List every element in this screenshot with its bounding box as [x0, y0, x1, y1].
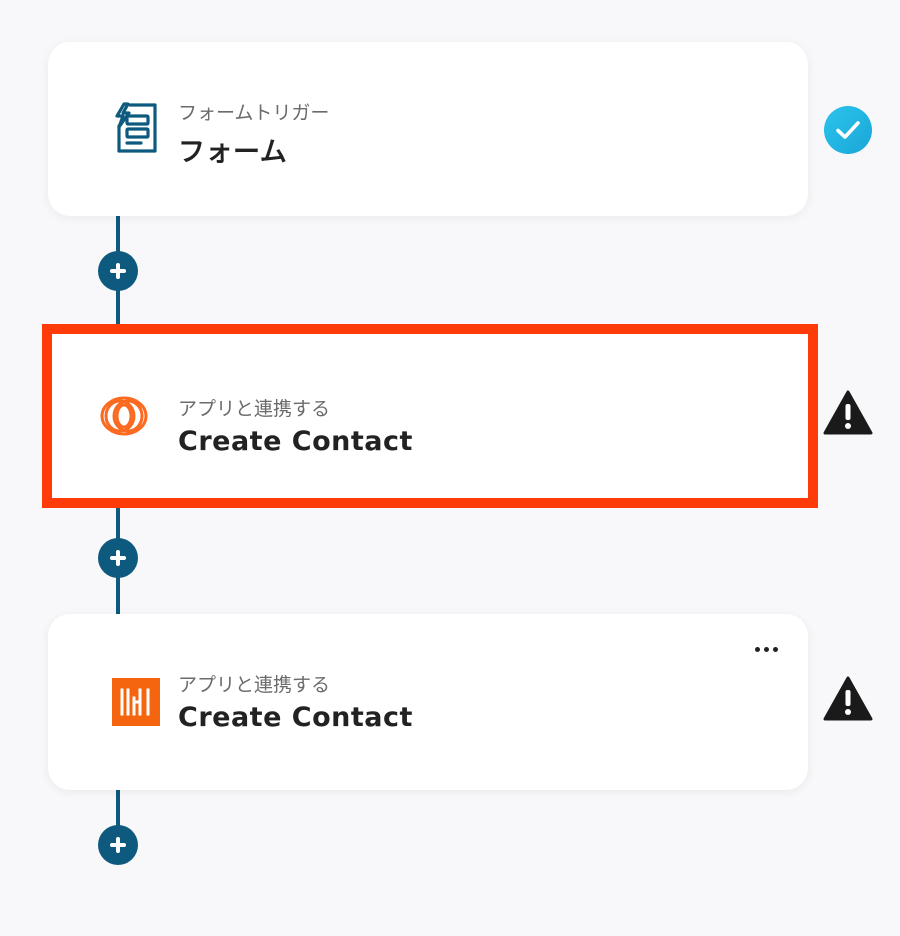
- more-dot-icon: [754, 646, 760, 652]
- step-card-form-trigger[interactable]: フォームトリガー フォーム: [48, 42, 808, 216]
- step-title: フォーム: [178, 137, 288, 168]
- step-subtitle: アプリと連携する: [178, 398, 331, 420]
- step-subtitle: フォームトリガー: [178, 102, 330, 124]
- warning-icon: [823, 674, 873, 724]
- rings-logo-icon: [96, 388, 152, 444]
- plus-icon: [110, 263, 126, 279]
- plus-icon: [110, 550, 126, 566]
- add-step-button[interactable]: [98, 825, 138, 865]
- more-options-button[interactable]: [750, 638, 782, 660]
- step-card-create-contact[interactable]: アプリと連携する Create Contact: [48, 614, 808, 790]
- step-title: Create Contact: [178, 426, 413, 457]
- warning-icon: [823, 388, 873, 438]
- more-dot-icon: [763, 646, 769, 652]
- add-step-button[interactable]: [98, 251, 138, 291]
- bars-logo-icon: [108, 674, 164, 730]
- step-title: Create Contact: [178, 702, 413, 733]
- more-dot-icon: [772, 646, 778, 652]
- form-trigger-icon: [108, 100, 164, 156]
- plus-icon: [110, 837, 126, 853]
- add-step-button[interactable]: [98, 538, 138, 578]
- success-check-icon: [823, 105, 873, 155]
- step-subtitle: アプリと連携する: [178, 674, 331, 696]
- step-card-create-contact-selected[interactable]: アプリと連携する Create Contact: [42, 324, 818, 508]
